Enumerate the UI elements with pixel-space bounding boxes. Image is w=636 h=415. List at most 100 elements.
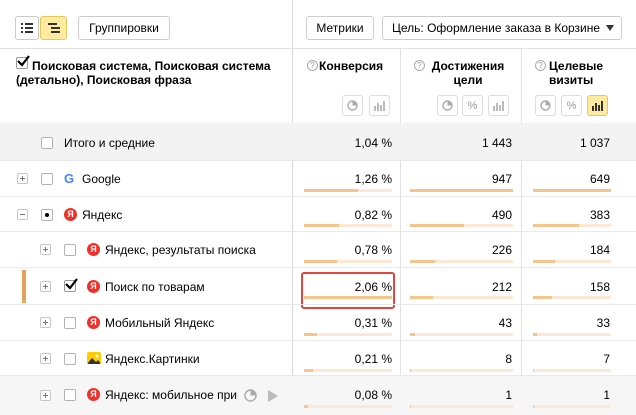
tree-icon <box>47 23 60 33</box>
table-row[interactable]: Я Яндекс, результаты поиска 0,78 % 226 1… <box>0 232 636 268</box>
groupings-button[interactable]: Группировки <box>78 16 170 40</box>
row-label: Яндекс.Картинки <box>105 352 200 366</box>
conversion-bar <box>304 260 392 263</box>
yandex-logo-icon: Я <box>64 208 77 221</box>
row-checkbox[interactable] <box>64 353 76 365</box>
row-checkbox[interactable] <box>64 317 76 329</box>
pie-chart-icon[interactable] <box>535 95 556 116</box>
achievements-bar <box>410 369 513 372</box>
play-icon[interactable] <box>268 390 278 402</box>
table-row-total: Итого и средние 1,04 % 1 443 1 037 <box>0 123 636 161</box>
row-checkbox[interactable] <box>41 137 53 149</box>
achievements-value: 1 <box>505 388 512 402</box>
visits-value: 7 <box>603 352 610 366</box>
row-label: Google <box>82 172 121 186</box>
goal-select[interactable]: Цель: Оформление заказа в Корзине <box>382 16 622 40</box>
image-icon <box>87 352 101 364</box>
visits-value: 383 <box>589 208 610 222</box>
bar-chart-icon[interactable] <box>488 95 509 116</box>
achievements-bar <box>410 260 513 263</box>
chevron-down-icon <box>606 25 614 31</box>
table-row[interactable]: Яндекс.Картинки 0,21 % 8 7 <box>0 341 636 376</box>
conversion-bar <box>304 333 392 336</box>
conversion-value: 0,82 % <box>354 208 392 222</box>
achievements-value: 490 <box>491 208 512 222</box>
achievements-value: 947 <box>491 172 512 186</box>
row-checkbox[interactable] <box>64 244 76 256</box>
expand-button[interactable] <box>40 244 51 255</box>
row-checkbox[interactable] <box>64 278 78 292</box>
yandex-logo-icon: Я <box>87 388 100 401</box>
question-icon[interactable]: ? <box>414 60 425 71</box>
pie-chart-icon[interactable] <box>244 389 257 405</box>
pie-chart-icon[interactable] <box>437 95 458 116</box>
row-label: Мобильный Яндекс <box>105 316 215 330</box>
percent-icon[interactable]: % <box>462 95 483 116</box>
expand-button[interactable] <box>40 390 51 401</box>
visits-bar <box>533 260 611 263</box>
conversion-value: 0,31 % <box>354 316 392 330</box>
table-row-selected[interactable]: Я Поиск по товарам 2,06 % 212 158 <box>0 268 636 309</box>
achievements-bar <box>410 224 513 227</box>
row-checkbox[interactable] <box>64 389 76 401</box>
row-label: Яндекс, результаты поиска <box>105 243 256 257</box>
table-row[interactable]: Я Мобильный Яндекс 0,31 % 43 33 <box>0 305 636 341</box>
tree-view-button[interactable] <box>40 16 67 40</box>
row-label: Итого и средние <box>64 136 155 150</box>
visits-bar <box>533 189 611 192</box>
visits-value: 1 <box>603 388 610 402</box>
question-icon[interactable]: ? <box>307 60 318 71</box>
conversion-value: 1,04 % <box>354 136 392 150</box>
visits-value: 649 <box>589 172 610 186</box>
yandex-logo-icon: Я <box>87 316 100 329</box>
visits-bar <box>533 296 611 299</box>
column-header-visits[interactable]: Целевые визиты <box>549 59 609 87</box>
achievements-bar <box>410 333 513 336</box>
table-row[interactable]: Я Яндекс 0,82 % 490 383 <box>0 197 636 232</box>
achievements-value: 226 <box>491 243 512 257</box>
metrics-button[interactable]: Метрики <box>306 16 374 40</box>
pie-chart-icon[interactable] <box>342 95 363 116</box>
conversion-bar <box>304 224 392 227</box>
goal-select-value: Цель: Оформление заказа в Корзине <box>392 21 601 35</box>
expand-button[interactable] <box>40 317 51 328</box>
row-label: Яндекс: мобильное прил <box>105 388 237 402</box>
table-row[interactable]: G Google 1,26 % 947 649 <box>0 161 636 197</box>
question-icon[interactable]: ? <box>535 60 546 71</box>
conversion-value: 2,06 % <box>354 280 392 294</box>
dimension-title: Поисковая система, Поисковая система (де… <box>16 59 271 87</box>
collapse-button[interactable] <box>17 209 28 220</box>
column-header-achievements[interactable]: Достижения цели <box>428 59 508 87</box>
bar-chart-icon[interactable] <box>369 95 390 116</box>
column-header-conversion[interactable]: Конверсия <box>319 59 383 73</box>
conversion-bar <box>304 296 392 299</box>
expand-button[interactable] <box>17 173 28 184</box>
check-icon <box>65 278 78 290</box>
visits-value: 1 037 <box>579 136 610 150</box>
conversion-value: 1,26 % <box>354 172 392 186</box>
visits-value: 184 <box>589 243 610 257</box>
table-row-hovered[interactable]: Я Яндекс: мобильное прил 0,08 % 1 1 <box>0 376 636 415</box>
row-checkbox[interactable] <box>41 173 53 185</box>
conversion-bar <box>304 189 392 192</box>
visits-bar <box>533 224 611 227</box>
achievements-value: 8 <box>505 352 512 366</box>
visits-bar <box>533 405 611 408</box>
percent-icon[interactable]: % <box>561 95 582 116</box>
expand-button[interactable] <box>40 353 51 364</box>
row-label: Поиск по товарам <box>105 280 205 294</box>
achievements-value: 1 443 <box>481 136 512 150</box>
list-icon <box>21 23 33 33</box>
bar-chart-icon[interactable] <box>587 95 608 116</box>
achievements-bar <box>410 296 513 299</box>
achievements-value: 212 <box>491 280 512 294</box>
list-view-button[interactable] <box>15 16 39 40</box>
achievements-bar <box>410 189 513 192</box>
conversion-value: 0,08 % <box>354 388 392 402</box>
header-bar <box>0 48 636 49</box>
row-checkbox[interactable] <box>41 209 53 221</box>
conversion-value: 0,21 % <box>354 352 392 366</box>
yandex-logo-icon: Я <box>87 280 100 293</box>
yandex-logo-icon: Я <box>87 243 100 256</box>
expand-button[interactable] <box>40 281 51 292</box>
